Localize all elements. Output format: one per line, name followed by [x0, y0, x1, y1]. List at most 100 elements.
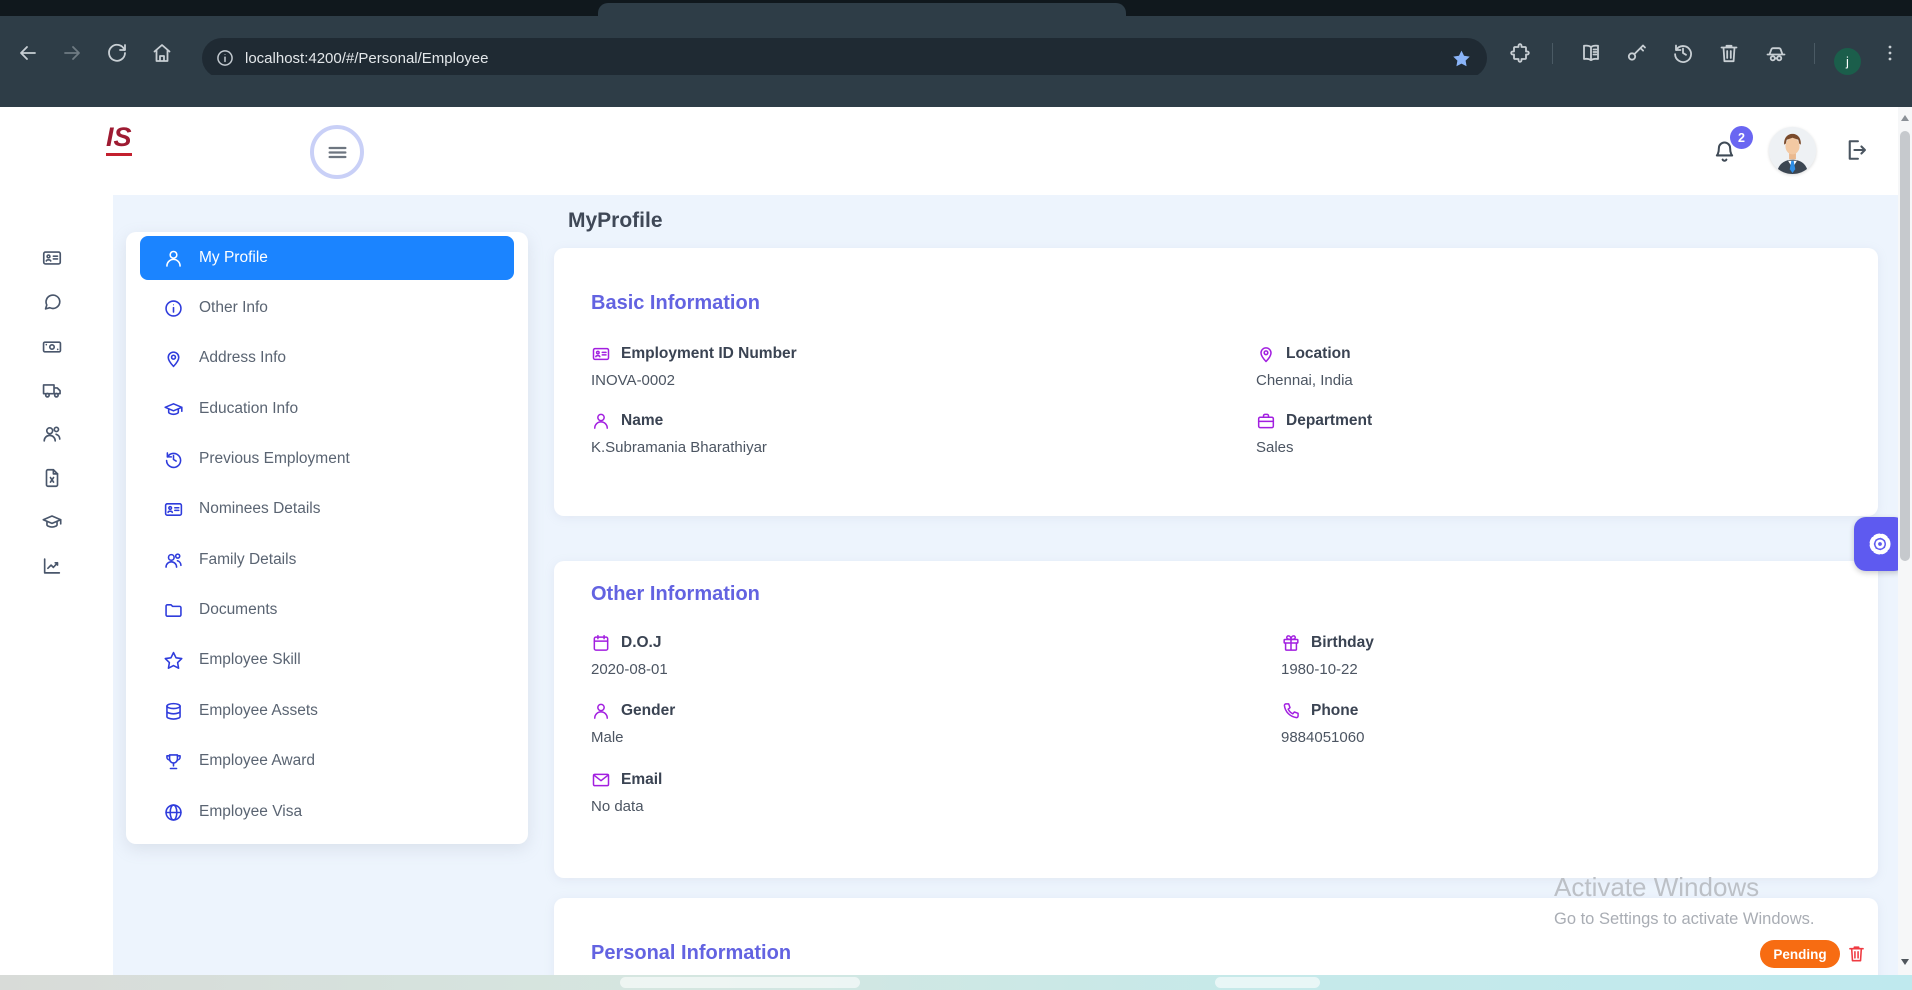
refresh-icon[interactable]	[105, 41, 129, 65]
section-title: Other Information	[591, 583, 760, 606]
trophy-icon	[163, 751, 184, 772]
taskbar-highlight	[620, 977, 860, 988]
bookmark-star-icon[interactable]	[1451, 48, 1472, 69]
user-avatar[interactable]	[1769, 127, 1816, 174]
field-value: Male	[591, 729, 675, 746]
menu-item-employee-assets[interactable]: Employee Assets	[140, 689, 514, 733]
profile-menu: My Profile Other Info Address Info Educa…	[126, 232, 528, 844]
menu-item-other-info[interactable]: Other Info	[140, 286, 514, 330]
notification-count-badge: 2	[1730, 126, 1753, 149]
vertical-scrollbar[interactable]	[1898, 107, 1912, 975]
menu-item-documents[interactable]: Documents	[140, 588, 514, 632]
site-info-icon[interactable]	[215, 48, 235, 68]
id-card-icon	[591, 344, 611, 364]
globe-icon	[163, 802, 184, 823]
menu-item-label: Employee Assets	[199, 702, 318, 720]
field-label: Location	[1286, 345, 1351, 363]
address-bar[interactable]: localhost:4200/#/Personal/Employee	[202, 38, 1487, 78]
logout-icon[interactable]	[1841, 136, 1869, 164]
scroll-down-arrow[interactable]	[1901, 959, 1909, 965]
back-icon[interactable]	[16, 41, 40, 65]
phone-icon	[1281, 701, 1301, 721]
field-employment-id: Employment ID Number INOVA-0002	[591, 344, 797, 389]
field-label: Birthday	[1311, 634, 1374, 652]
rail-reports-icon[interactable]	[41, 555, 63, 577]
field-location: Location Chennai, India	[1256, 344, 1353, 389]
menu-item-nominees-details[interactable]: Nominees Details	[140, 487, 514, 531]
rail-payroll-icon[interactable]	[41, 336, 63, 358]
history-icon	[163, 449, 184, 470]
menu-item-employee-visa[interactable]: Employee Visa	[140, 790, 514, 834]
hamburger-icon	[324, 139, 351, 166]
gear-icon	[1864, 528, 1896, 560]
history-icon[interactable]	[1671, 41, 1695, 65]
forward-icon[interactable]	[60, 41, 84, 65]
url-text[interactable]: localhost:4200/#/Personal/Employee	[245, 50, 1451, 67]
rail-chat-icon[interactable]	[41, 291, 63, 313]
incognito-icon[interactable]	[1764, 41, 1788, 65]
menu-item-employee-skill[interactable]: Employee Skill	[140, 638, 514, 682]
activate-windows-watermark: Activate Windows	[1554, 872, 1759, 903]
section-title: Basic Information	[591, 292, 760, 315]
menu-item-family-details[interactable]: Family Details	[140, 538, 514, 582]
browser-tab[interactable]	[598, 3, 1126, 16]
home-icon[interactable]	[150, 41, 174, 65]
field-department: Department Sales	[1256, 411, 1372, 456]
other-information-card: Other Information D.O.J 2020-08-01 Birth…	[554, 561, 1878, 878]
field-phone: Phone 9884051060	[1281, 701, 1364, 746]
passwords-key-icon[interactable]	[1625, 41, 1649, 65]
field-label: Email	[621, 771, 662, 789]
browser-profile-avatar[interactable]: j	[1834, 48, 1861, 75]
menu-item-label: Previous Employment	[199, 450, 350, 468]
bookmarks-bar: All Bookmarks	[0, 75, 1912, 107]
field-value: 1980-10-22	[1281, 661, 1374, 678]
field-label: Phone	[1311, 702, 1358, 720]
menu-item-employee-award[interactable]: Employee Award	[140, 739, 514, 783]
menu-item-previous-employment[interactable]: Previous Employment	[140, 437, 514, 481]
field-value: 2020-08-01	[591, 661, 668, 678]
user-icon	[591, 411, 611, 431]
extensions-icon[interactable]	[1508, 41, 1532, 65]
toolbar-divider	[1552, 43, 1553, 64]
menu-item-address-info[interactable]: Address Info	[140, 336, 514, 380]
menu-item-label: My Profile	[199, 249, 268, 267]
graduation-cap-icon	[163, 399, 184, 420]
delete-icon[interactable]	[1846, 943, 1867, 964]
basic-information-card: Basic Information Employment ID Number I…	[554, 248, 1878, 516]
section-title: Personal Information	[591, 942, 791, 965]
rail-truck-icon[interactable]	[41, 379, 63, 401]
menu-item-my-profile[interactable]: My Profile	[140, 236, 514, 280]
field-value: INOVA-0002	[591, 372, 797, 389]
field-value: Chennai, India	[1256, 372, 1353, 389]
field-email: Email No data	[591, 770, 662, 815]
rail-spreadsheet-icon[interactable]	[41, 467, 63, 489]
scroll-up-arrow[interactable]	[1901, 115, 1909, 121]
sidebar-toggle-button[interactable]	[310, 125, 364, 179]
window-frame	[0, 0, 1912, 16]
database-icon	[163, 701, 184, 722]
field-doj: D.O.J 2020-08-01	[591, 633, 668, 678]
rail-id-card-icon[interactable]	[41, 247, 63, 269]
field-label: Name	[621, 412, 663, 430]
reading-list-icon[interactable]	[1579, 41, 1603, 65]
menu-item-label: Employee Visa	[199, 803, 302, 821]
field-name: Name K.Subramania Bharathiyar	[591, 411, 767, 456]
menu-item-label: Family Details	[199, 551, 296, 569]
browser-toolbar: localhost:4200/#/Personal/Employee j	[0, 16, 1912, 75]
rail-education-icon[interactable]	[41, 511, 63, 533]
scrollbar-thumb[interactable]	[1900, 131, 1910, 561]
info-icon	[163, 298, 184, 319]
page-title: MyProfile	[568, 209, 663, 233]
star-icon	[163, 650, 184, 671]
toolbar-divider	[1814, 43, 1815, 64]
menu-item-label: Education Info	[199, 400, 298, 418]
menu-item-label: Documents	[199, 601, 277, 619]
menu-kebab-icon[interactable]	[1878, 41, 1902, 65]
rail-team-icon[interactable]	[41, 423, 63, 445]
folder-icon	[163, 600, 184, 621]
app-logo[interactable]: IS	[106, 121, 132, 156]
delete-browsing-icon[interactable]	[1717, 41, 1741, 65]
avatar-image	[1769, 127, 1816, 174]
menu-item-education-info[interactable]: Education Info	[140, 387, 514, 431]
mail-icon	[591, 770, 611, 790]
